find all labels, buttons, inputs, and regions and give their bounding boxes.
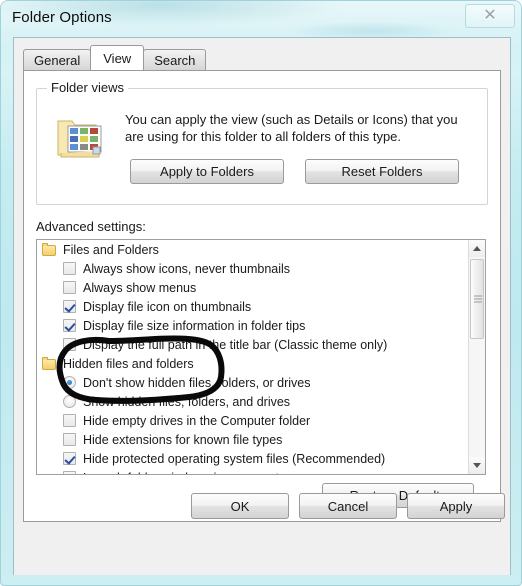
- checkbox[interactable]: [63, 414, 76, 427]
- list-item-label: Launch folder windows in a separate proc…: [83, 471, 333, 475]
- list-item-label: Don't show hidden files, folders, or dri…: [83, 375, 311, 390]
- tab-view[interactable]: View: [90, 45, 145, 70]
- checkbox[interactable]: [63, 281, 76, 294]
- triangle-up-icon: [473, 246, 481, 251]
- apply-button[interactable]: Apply: [407, 493, 505, 519]
- tab-general[interactable]: General: [23, 49, 92, 70]
- folder-icon: [42, 243, 57, 256]
- checkbox[interactable]: [63, 433, 76, 446]
- list-item-label: Hide empty drives in the Computer folder: [83, 413, 311, 428]
- list-item-label: Display file size information in folder …: [83, 318, 306, 333]
- advanced-settings-viewport: Files and Folders Always show icons, nev…: [37, 240, 469, 474]
- list-item[interactable]: Hide extensions for known file types: [37, 430, 469, 449]
- tab-search[interactable]: Search: [143, 49, 207, 70]
- advanced-settings-list[interactable]: Files and Folders Always show icons, nev…: [36, 239, 486, 475]
- checkbox[interactable]: [63, 338, 76, 351]
- list-item-label: Hidden files and folders: [63, 356, 194, 371]
- scroll-up-arrow-icon[interactable]: [469, 240, 485, 257]
- list-item[interactable]: Don't show hidden files, folders, or dri…: [37, 373, 469, 392]
- folder-options-window: Folder Options ✕ General View Search Fol…: [0, 0, 522, 586]
- title-bar[interactable]: Folder Options ✕: [1, 1, 521, 37]
- list-item-label: Show hidden files, folders, and drives: [83, 394, 291, 409]
- list-item[interactable]: Launch folder windows in a separate proc…: [37, 468, 469, 474]
- folder-views-icon: [57, 120, 102, 158]
- folder-views-legend: Folder views: [47, 80, 128, 95]
- folder-icon: [42, 357, 57, 370]
- close-icon: ✕: [483, 7, 497, 24]
- reset-folders-button[interactable]: Reset Folders: [305, 159, 459, 184]
- triangle-down-icon: [473, 463, 481, 468]
- list-item-label: Hide protected operating system files (R…: [83, 451, 386, 466]
- view-tab-panel: Folder views You can apply the view (suc…: [23, 70, 501, 522]
- list-item-label: Hide extensions for known file types: [83, 432, 283, 447]
- radio-button[interactable]: [63, 376, 76, 389]
- scrollbar-thumb[interactable]: [470, 259, 484, 339]
- list-item[interactable]: Display file icon on thumbnails: [37, 297, 469, 316]
- list-item[interactable]: Always show icons, never thumbnails: [37, 259, 469, 278]
- radio-button[interactable]: [63, 395, 76, 408]
- grip-icon: [474, 295, 482, 303]
- checkbox[interactable]: [63, 262, 76, 275]
- list-item-label: Files and Folders: [63, 242, 159, 257]
- advanced-settings-label: Advanced settings:: [36, 219, 146, 234]
- folder-views-description: You can apply the view (such as Details …: [125, 112, 458, 144]
- ok-button[interactable]: OK: [191, 493, 289, 519]
- close-button[interactable]: ✕: [465, 4, 515, 28]
- list-item-label: Display file icon on thumbnails: [83, 299, 252, 314]
- list-item-label: Display the full path in the title bar (…: [83, 337, 388, 352]
- checkbox[interactable]: [63, 452, 76, 465]
- list-item[interactable]: Display the full path in the title bar (…: [37, 335, 469, 354]
- checkbox[interactable]: [63, 471, 76, 474]
- folder-views-group: Folder views You can apply the view (suc…: [36, 80, 488, 205]
- list-item-label: Always show menus: [83, 280, 197, 295]
- list-item-label: Always show icons, never thumbnails: [83, 261, 291, 276]
- checkbox[interactable]: [63, 300, 76, 313]
- tab-strip: General View Search: [23, 45, 207, 70]
- window-title: Folder Options: [12, 9, 112, 26]
- checkbox[interactable]: [63, 319, 76, 332]
- cancel-button[interactable]: Cancel: [299, 493, 397, 519]
- list-item[interactable]: Display file size information in folder …: [37, 316, 469, 335]
- scroll-down-arrow-icon[interactable]: [469, 457, 485, 474]
- list-item[interactable]: Hide protected operating system files (R…: [37, 449, 469, 468]
- list-item[interactable]: Hide empty drives in the Computer folder: [37, 411, 469, 430]
- list-item[interactable]: Show hidden files, folders, and drives: [37, 392, 469, 411]
- list-item[interactable]: Hidden files and folders: [37, 354, 469, 373]
- list-item[interactable]: Always show menus: [37, 278, 469, 297]
- apply-to-folders-button[interactable]: Apply to Folders: [130, 159, 284, 184]
- list-scrollbar[interactable]: [468, 240, 485, 474]
- list-item[interactable]: Files and Folders: [37, 240, 469, 259]
